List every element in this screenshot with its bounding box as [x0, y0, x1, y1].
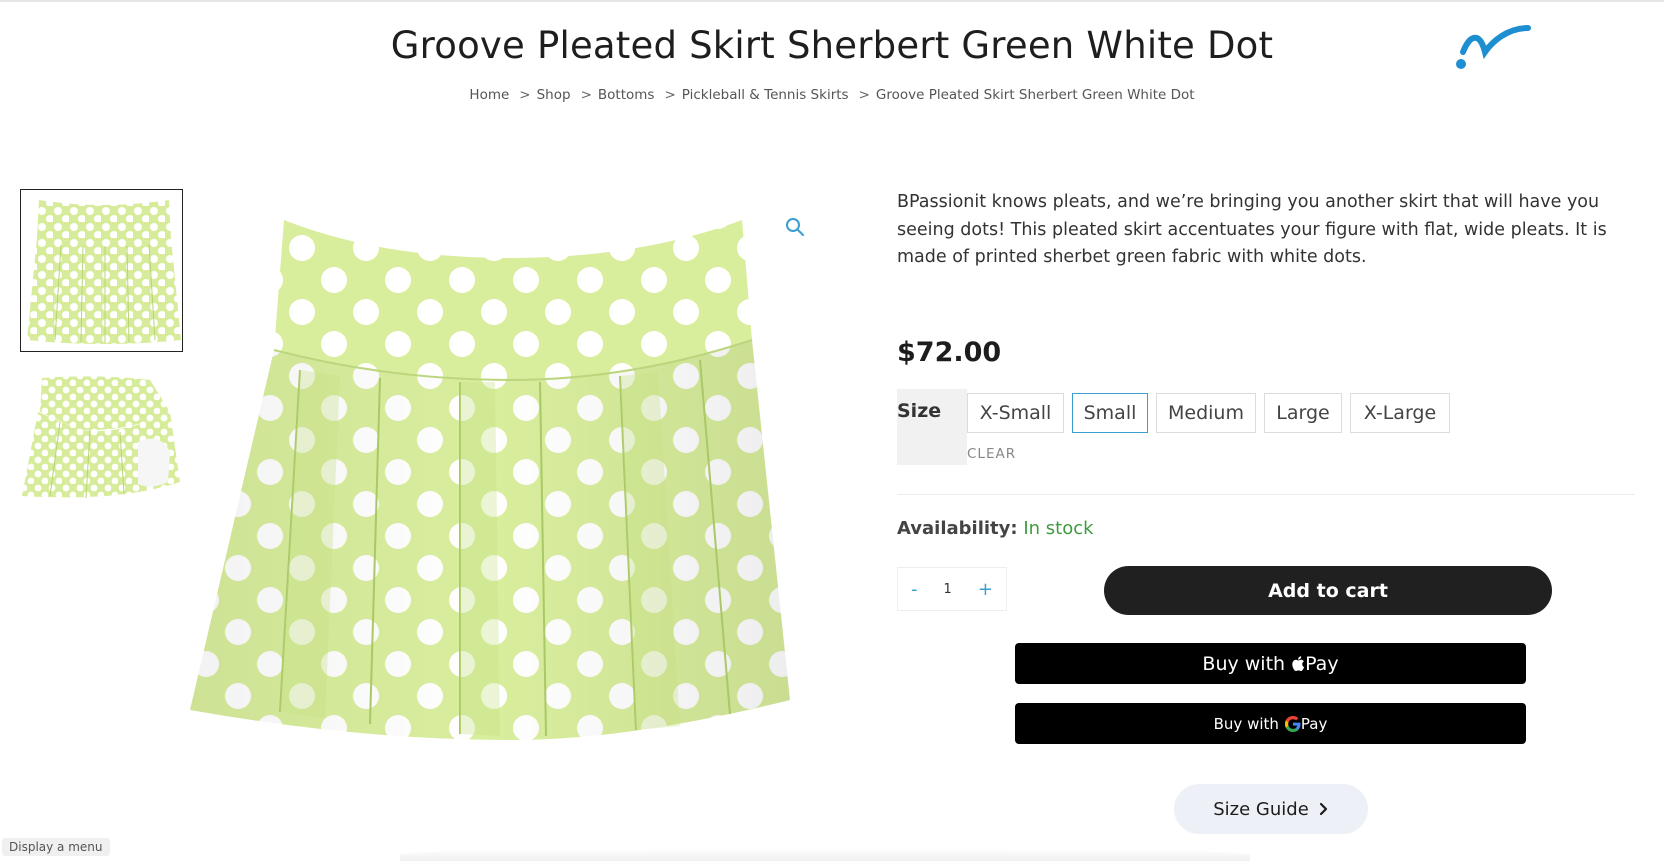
thumbnail-front[interactable]: [20, 189, 183, 352]
apple-pay-button[interactable]: Buy with Pay: [1015, 643, 1526, 684]
quantity-stepper: - 1 +: [897, 567, 1007, 611]
brand-swoosh-icon[interactable]: [1452, 22, 1532, 74]
thumbnail-side[interactable]: [20, 372, 183, 512]
breadcrumb-pickleball-tennis-skirts[interactable]: Pickleball & Tennis Skirts: [682, 87, 849, 103]
add-to-cart-button[interactable]: Add to cart: [1104, 566, 1552, 615]
chevron-right-icon: [1319, 802, 1327, 816]
google-g-icon: [1284, 715, 1301, 732]
breadcrumb: Home > Shop > Bottoms > Pickleball & Tennis Sk…: [0, 87, 1664, 103]
skirt-side-image: [22, 376, 180, 499]
breadcrumb-separator: >: [664, 87, 676, 103]
quantity-input[interactable]: 1: [944, 582, 952, 597]
apple-pay-brand: Pay: [1305, 652, 1339, 675]
size-label: Size: [897, 400, 942, 422]
magnifier-icon[interactable]: [784, 216, 806, 238]
divider: [897, 494, 1635, 495]
breadcrumb-home[interactable]: Home: [469, 87, 509, 103]
product-price: $72.00: [897, 337, 1002, 368]
apple-pay-label: Buy with: [1202, 652, 1286, 675]
clear-size-link[interactable]: CLEAR: [967, 446, 1016, 462]
availability-value: In stock: [1023, 518, 1094, 539]
size-option-medium[interactable]: Medium: [1156, 393, 1256, 433]
quantity-increase-button[interactable]: +: [978, 579, 993, 600]
breadcrumb-separator: >: [519, 87, 531, 103]
breadcrumb-separator: >: [858, 87, 870, 103]
breadcrumb-bottoms[interactable]: Bottoms: [598, 87, 655, 103]
size-option-x-small[interactable]: X-Small: [967, 393, 1064, 433]
google-pay-label: Buy with: [1213, 714, 1279, 733]
quantity-decrease-button[interactable]: -: [911, 579, 918, 600]
size-guide-label: Size Guide: [1213, 798, 1309, 820]
bottom-shadow: [400, 848, 1250, 861]
availability-label: Availability:: [897, 518, 1018, 539]
size-guide-button[interactable]: Size Guide: [1174, 784, 1368, 834]
google-pay-brand: Pay: [1300, 714, 1328, 733]
page-title: Groove Pleated Skirt Sherbert Green Whit…: [390, 24, 1274, 67]
availability: Availability: In stock: [897, 518, 1094, 539]
apple-logo-icon: [1292, 656, 1305, 672]
breadcrumb-shop[interactable]: Shop: [537, 87, 571, 103]
product-description: BPassionit knows pleats, and we’re bring…: [897, 192, 1607, 267]
product-main-image[interactable]: [190, 200, 840, 840]
breadcrumb-current: Groove Pleated Skirt Sherbert Green Whit…: [875, 87, 1195, 103]
skirt-front-image: [27, 200, 181, 344]
size-option-x-large[interactable]: X-Large: [1350, 393, 1450, 433]
top-border: [0, 0, 1664, 2]
size-option-large[interactable]: Large: [1264, 393, 1342, 433]
google-pay-button[interactable]: Buy with Pay: [1015, 703, 1526, 744]
size-option-small[interactable]: Small: [1072, 393, 1148, 433]
breadcrumb-separator: >: [580, 87, 592, 103]
status-tooltip: Display a menu: [2, 838, 110, 856]
